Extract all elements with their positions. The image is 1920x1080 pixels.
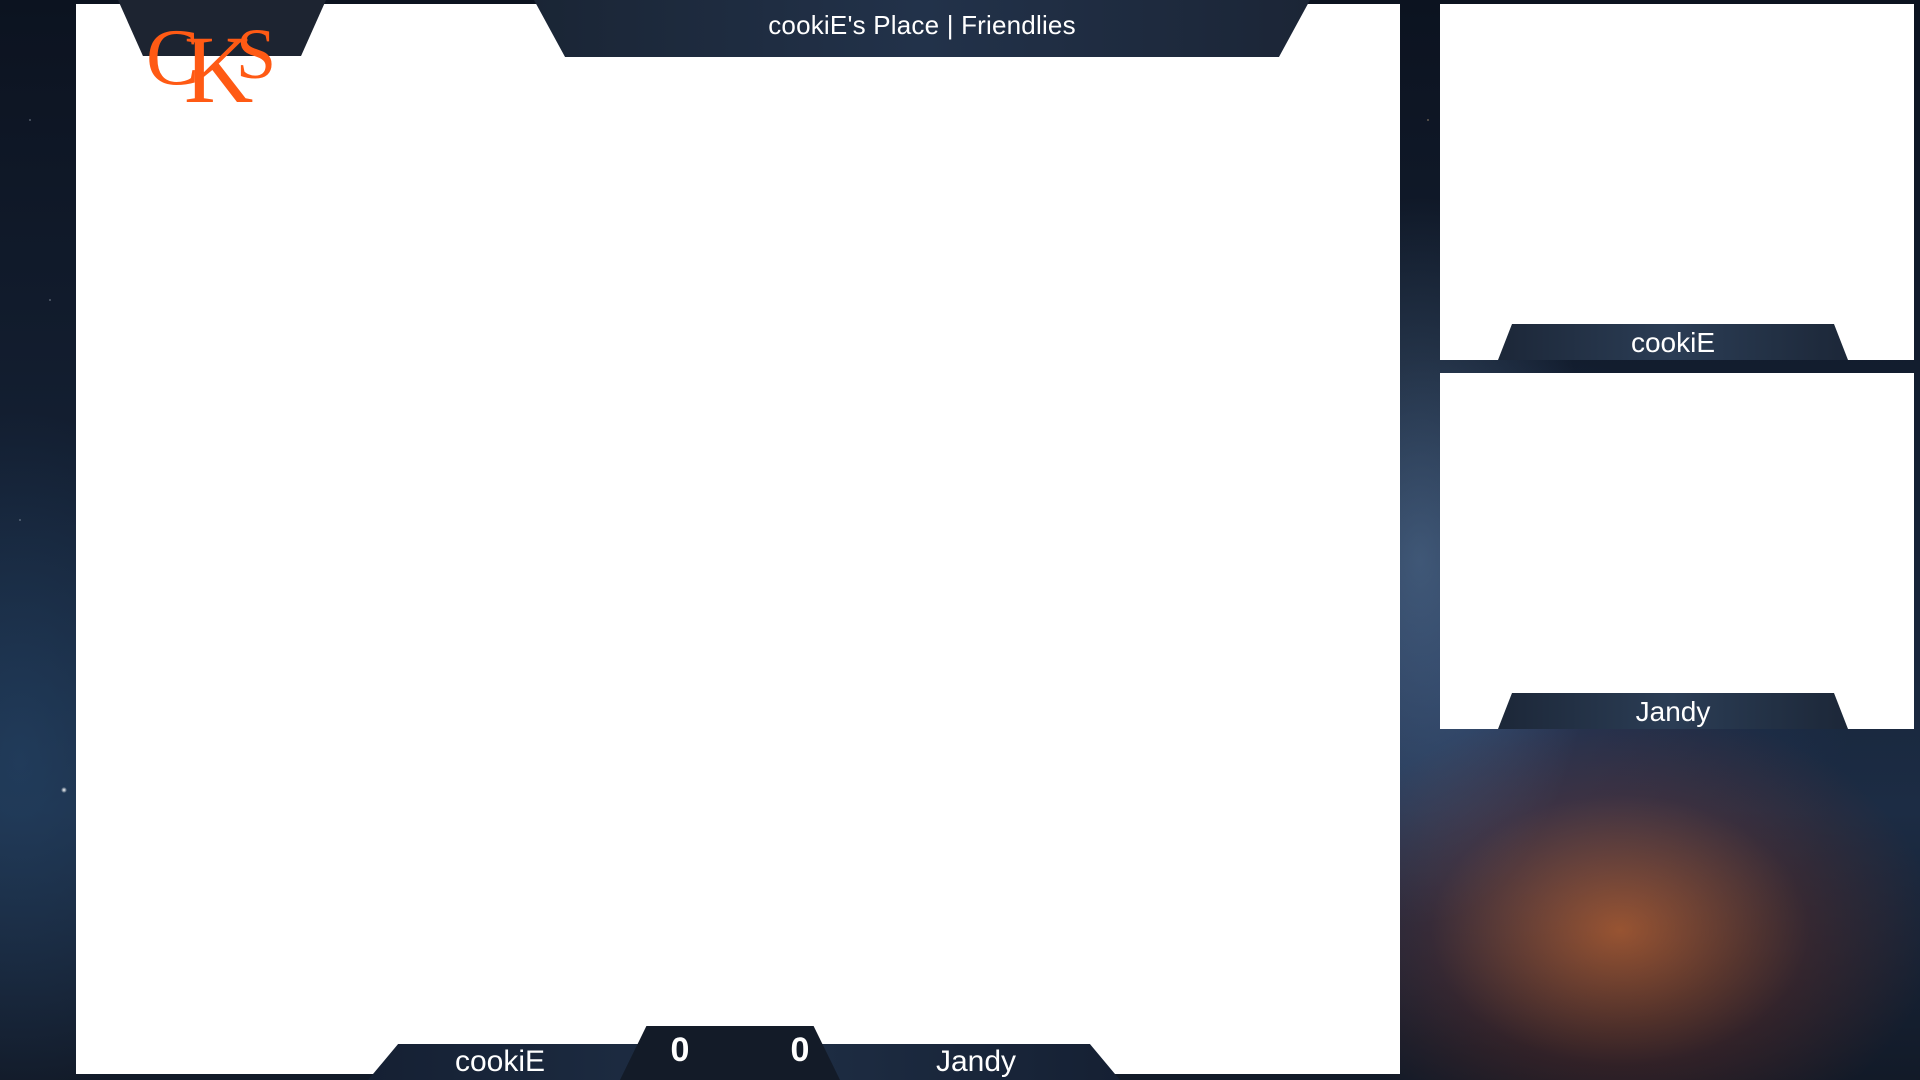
stream-title: cookiE's Place | Friendlies xyxy=(768,10,1076,40)
player1-camera-tab: cookiE xyxy=(1498,324,1848,360)
player2-camera-name: Jandy xyxy=(1635,696,1711,727)
player2-score-name: Jandy xyxy=(935,1045,1017,1078)
player2-score: 0 xyxy=(790,1031,810,1069)
player1-score: 0 xyxy=(670,1031,690,1069)
svg-text:S: S xyxy=(236,14,276,94)
cks-logo: C K S xyxy=(146,14,276,106)
player1-camera-frame: cookiE xyxy=(1440,4,1914,360)
player1-score-name: cookiE xyxy=(454,1045,546,1078)
player1-camera-name: cookiE xyxy=(1630,327,1716,358)
player2-camera-frame: Jandy xyxy=(1440,373,1914,729)
title-banner: cookiE's Place | Friendlies xyxy=(534,0,1310,57)
game-capture-frame xyxy=(76,4,1400,1074)
player2-camera-tab: Jandy xyxy=(1498,693,1848,729)
